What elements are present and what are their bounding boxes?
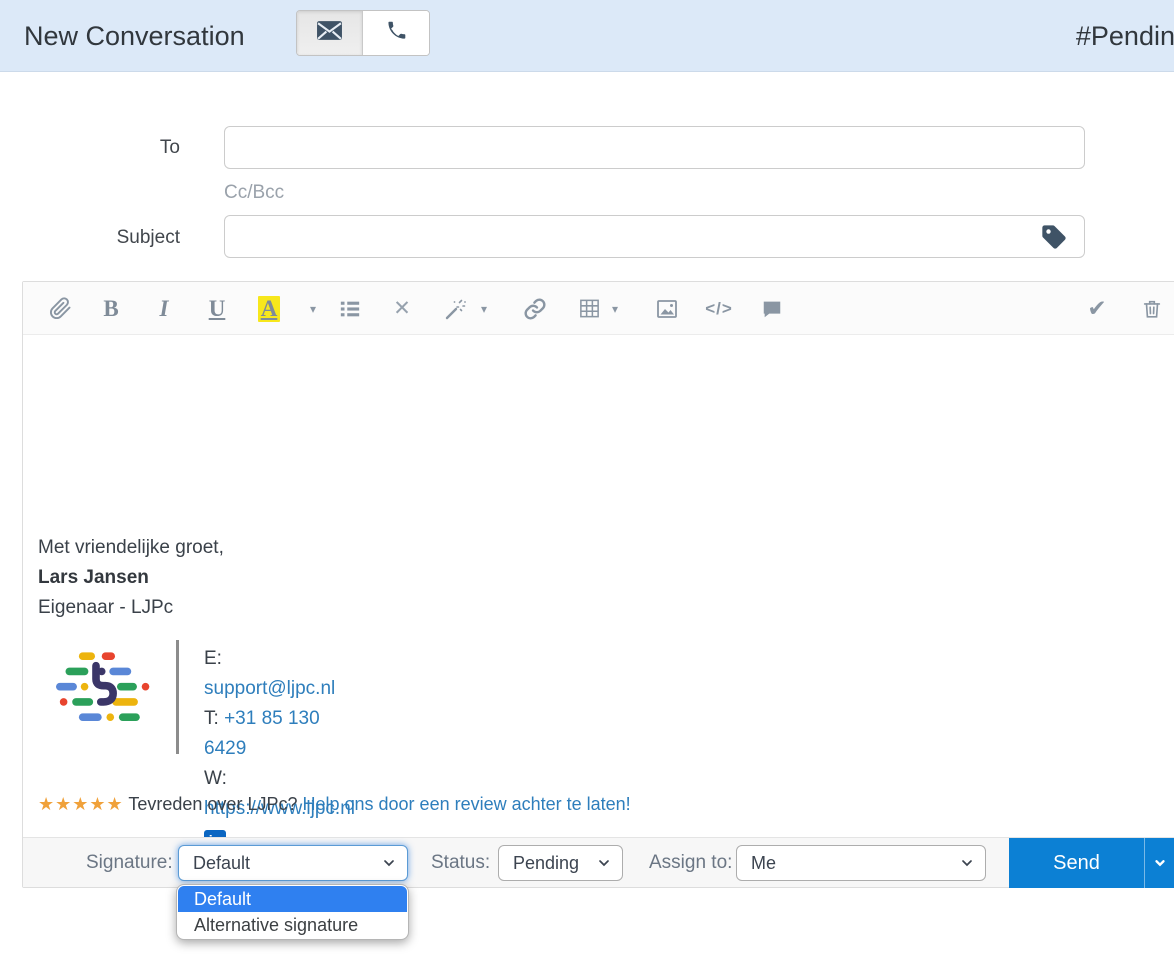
email-label: E: (204, 648, 222, 669)
magic-wand-icon[interactable] (441, 282, 471, 335)
comment-icon[interactable] (757, 282, 787, 335)
signature-greeting: Met vriendelijke groet, (38, 533, 224, 563)
dropdown-option-default[interactable]: Default (178, 886, 407, 912)
website-label: W: (204, 768, 227, 789)
highlight-color-icon[interactable]: A (254, 282, 284, 335)
attachment-icon[interactable] (45, 282, 75, 335)
insert-table-icon[interactable] (574, 282, 604, 335)
cc-bcc-link[interactable]: Cc/Bcc (224, 182, 284, 204)
underline-icon[interactable]: U (202, 282, 232, 335)
dropdown-option-alternative[interactable]: Alternative signature (178, 912, 407, 938)
clear-format-icon[interactable]: ✕ (387, 282, 417, 335)
page-title: New Conversation (24, 0, 245, 72)
phone-link[interactable]: +31 85 130 6429 (204, 708, 320, 759)
new-conversation-window: New Conversation #Pending To Cc/Bcc Subj… (0, 0, 1174, 960)
insert-link-icon[interactable] (520, 282, 550, 335)
editor-toolbar: B I U A ▾ ✕ ▾ ▾ </> (23, 282, 1174, 335)
header: New Conversation #Pending (0, 0, 1174, 72)
review-prompt: ★★★★★ Tevreden over LJPc? Help ons door … (38, 794, 631, 815)
signature-dropdown-menu: Default Alternative signature (176, 884, 409, 940)
italic-icon[interactable]: I (149, 282, 179, 335)
signature-divider (176, 640, 179, 754)
rich-text-editor: B I U A ▾ ✕ ▾ ▾ </> (22, 281, 1174, 888)
color-dropdown-caret[interactable]: ▾ (306, 282, 320, 335)
editor-body[interactable]: Met vriendelijke groet, Lars Jansen Eige… (23, 335, 1174, 839)
ticket-status-ref: #Pending (1076, 0, 1174, 72)
signature-role: Eigenaar - LJPc (38, 593, 224, 623)
wand-dropdown-caret[interactable]: ▾ (477, 282, 491, 335)
chevron-down-icon (1153, 856, 1167, 870)
review-link[interactable]: Help ons door een review achter te laten… (302, 794, 630, 814)
phone-icon (385, 20, 407, 47)
compose-footer: Signature: Default Status: Pending Assig… (23, 837, 1174, 887)
email-channel-button[interactable] (297, 11, 363, 55)
insert-image-icon[interactable] (652, 282, 682, 335)
signature-contacts: E: support@ljpc.nl T: +31 85 130 6429 W:… (204, 644, 355, 855)
chevron-down-icon (381, 855, 397, 871)
phone-channel-button[interactable] (363, 11, 429, 55)
chevron-down-icon (596, 855, 612, 871)
tag-icon[interactable] (1040, 223, 1068, 251)
send-button-group: Send (1009, 838, 1174, 888)
subject-input[interactable] (224, 215, 1085, 258)
status-select-label: Status: (431, 838, 490, 888)
status-select[interactable]: Pending (498, 845, 623, 881)
send-options-caret[interactable] (1145, 838, 1174, 888)
subject-label: Subject (20, 227, 180, 249)
to-input[interactable] (224, 126, 1085, 169)
signature-name: Lars Jansen (38, 563, 224, 593)
trash-icon[interactable] (1137, 282, 1167, 335)
confirm-icon[interactable]: ✔ (1082, 282, 1112, 335)
to-label: To (20, 137, 180, 159)
assign-to-select[interactable]: Me (736, 845, 986, 881)
email-link[interactable]: support@ljpc.nl (204, 678, 335, 699)
code-view-icon[interactable]: </> (704, 282, 734, 335)
signature-select[interactable]: Default (178, 845, 408, 881)
review-text: Tevreden over LJPc? (128, 794, 297, 814)
channel-toggle (296, 10, 430, 56)
ljpc-logo (56, 644, 156, 741)
assign-to-label: Assign to: (649, 838, 732, 888)
chevron-down-icon (959, 855, 975, 871)
phone-label: T: (204, 708, 219, 729)
signature-select-label: Signature: (86, 838, 173, 888)
send-button[interactable]: Send (1009, 838, 1145, 888)
email-icon (316, 20, 343, 46)
table-dropdown-caret[interactable]: ▾ (608, 282, 622, 335)
bold-icon[interactable]: B (96, 282, 126, 335)
signature-block: Met vriendelijke groet, Lars Jansen Eige… (38, 533, 224, 623)
star-rating-icon: ★★★★★ (38, 794, 124, 814)
unordered-list-icon[interactable] (335, 282, 365, 335)
